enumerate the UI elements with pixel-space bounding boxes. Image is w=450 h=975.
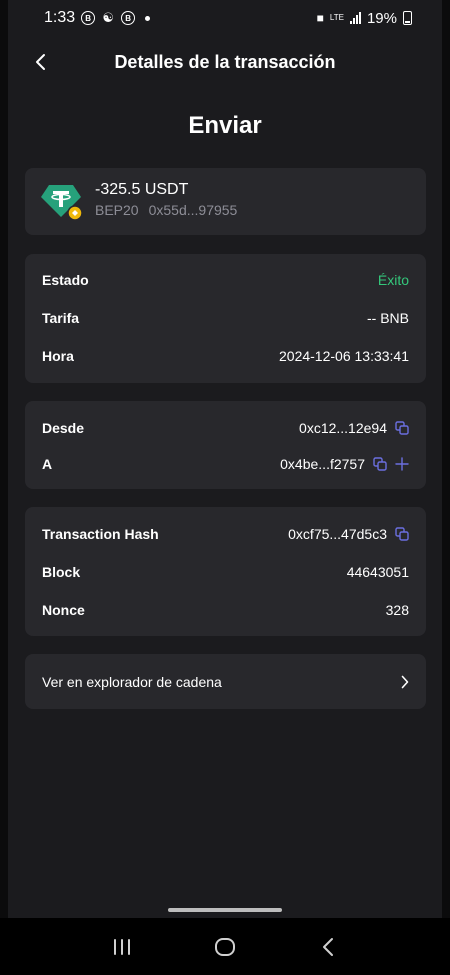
status-bar: 1:33 B ☯ B ■ LTE 19%: [8, 0, 442, 36]
copy-icon[interactable]: [373, 457, 387, 471]
explorer-card[interactable]: Ver en explorador de cadena: [25, 654, 426, 709]
lte-icon: LTE: [329, 13, 344, 22]
notification-icon: B: [121, 11, 136, 25]
chevron-left-icon: [36, 54, 45, 70]
app-header: Detalles de la transacción: [8, 40, 442, 84]
fee-label: Tarifa: [42, 310, 80, 326]
chain-info-card: Transaction Hash 0xcf75...47d5c3 Block 4…: [25, 507, 426, 636]
screen: 1:33 B ☯ B ■ LTE 19% Detalles de la tran…: [8, 0, 442, 918]
chevron-right-icon: [401, 675, 409, 688]
hash-row: Transaction Hash 0xcf75...47d5c3: [25, 515, 426, 553]
add-contact-icon[interactable]: [395, 457, 409, 471]
copy-icon[interactable]: [395, 421, 409, 435]
back-button[interactable]: [28, 50, 52, 74]
transaction-amount: -325.5 USDT: [95, 181, 189, 198]
system-navbar: [0, 918, 450, 975]
details-card: Estado Éxito Tarifa -- BNB Hora 2024-12-…: [25, 254, 426, 383]
time-row: Hora 2024-12-06 13:33:41: [25, 337, 426, 375]
fee-row: Tarifa -- BNB: [25, 299, 426, 337]
status-value: Éxito: [377, 272, 409, 288]
status-row: Estado Éxito: [25, 261, 426, 299]
battery-icon: [403, 11, 412, 25]
hash-label: Transaction Hash: [42, 526, 159, 542]
home-icon: [214, 937, 235, 956]
home-indicator[interactable]: [168, 908, 282, 912]
to-value-group: 0x4be...f2757: [280, 456, 409, 472]
status-time: 1:33: [44, 9, 76, 26]
tether-icon: [41, 185, 83, 221]
to-address: 0x4be...f2757: [280, 456, 365, 472]
asset-subtitle: BEP20 0x55d...97955: [95, 202, 237, 218]
header-title: Detalles de la transacción: [114, 51, 336, 72]
time-value: 2024-12-06 13:33:41: [279, 348, 409, 364]
fee-value: -- BNB: [367, 310, 409, 326]
block-value: 44643051: [346, 564, 409, 580]
time-label: Hora: [42, 348, 74, 364]
asset-contract: 0x55d...97955: [148, 202, 238, 218]
more-notifications-icon: [145, 15, 151, 21]
notification-icon: B: [81, 11, 96, 25]
copy-icon[interactable]: [395, 527, 409, 541]
explorer-label: Ver en explorador de cadena: [42, 673, 222, 690]
to-row: A 0x4be...f2757: [25, 445, 426, 483]
home-button[interactable]: [205, 927, 245, 967]
notification-icon: ☯: [102, 10, 114, 25]
addresses-card: Desde 0xc12...12e94 A 0x4be...f2757: [25, 401, 426, 489]
signal-icon: [349, 12, 361, 24]
system-back-button[interactable]: [308, 927, 348, 967]
to-label: A: [42, 456, 53, 472]
recent-apps-icon: [113, 938, 130, 955]
nonce-row: Nonce 328: [25, 591, 426, 629]
hash-value: 0xcf75...47d5c3: [288, 526, 387, 542]
nonce-label: Nonce: [42, 602, 85, 618]
from-row: Desde 0xc12...12e94: [25, 409, 426, 447]
asset-network: BEP20: [95, 202, 139, 218]
block-label: Block: [42, 564, 81, 580]
status-label: Estado: [42, 272, 89, 288]
from-address: 0xc12...12e94: [299, 420, 387, 436]
back-icon: [323, 937, 334, 956]
nonce-value: 328: [385, 602, 409, 618]
from-value-group: 0xc12...12e94: [299, 420, 409, 436]
asset-card: -325.5 USDT BEP20 0x55d...97955: [25, 168, 426, 235]
hash-value-group: 0xcf75...47d5c3: [288, 526, 409, 542]
from-label: Desde: [42, 420, 85, 436]
alarm-icon: ■: [316, 11, 324, 25]
view-explorer-button[interactable]: Ver en explorador de cadena: [25, 654, 426, 709]
recent-apps-button[interactable]: [102, 927, 142, 967]
block-row: Block 44643051: [25, 553, 426, 591]
battery-level: 19%: [366, 9, 397, 27]
page-title: Enviar: [188, 112, 262, 139]
